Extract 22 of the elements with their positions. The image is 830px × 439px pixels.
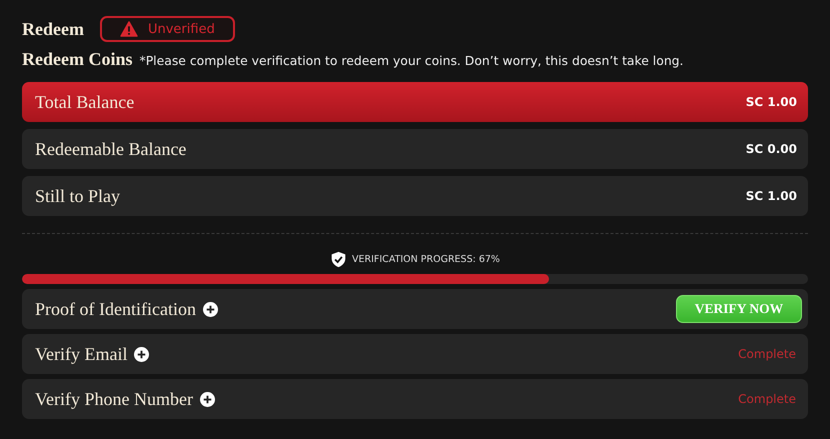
status-badge: Unverified — [100, 16, 235, 42]
task-label: Verify Email — [35, 344, 128, 364]
shield-check-icon — [330, 250, 348, 268]
plus-circle-icon[interactable] — [134, 346, 150, 362]
warning-icon — [120, 21, 138, 37]
plus-circle-icon[interactable] — [202, 302, 218, 316]
task-label: Proof of Identification — [35, 298, 196, 320]
progress-label: VERIFICATION PROGRESS: 67% — [352, 254, 500, 264]
balance-label: Still to Play — [35, 186, 120, 206]
balance-amount: SC 0.00 — [746, 142, 797, 156]
status-text: Complete — [738, 392, 796, 406]
section-title: Redeem Coins — [22, 49, 132, 70]
balance-label: Total Balance — [35, 92, 134, 112]
page-title: Redeem — [22, 18, 84, 40]
balance-label: Redeemable Balance — [35, 138, 186, 160]
balance-amount: SC 1.00 — [746, 189, 797, 203]
task-label: Verify Phone Number — [35, 388, 193, 410]
balance-amount: SC 1.00 — [746, 95, 797, 109]
verification-note: *Please complete verification to redeem your coins. Don’t worry, this doesn’t take long. — [140, 53, 684, 68]
verify-button[interactable]: VERIFY NOW — [676, 295, 802, 323]
status-text: Complete — [738, 347, 796, 361]
plus-circle-icon[interactable] — [200, 392, 215, 406]
